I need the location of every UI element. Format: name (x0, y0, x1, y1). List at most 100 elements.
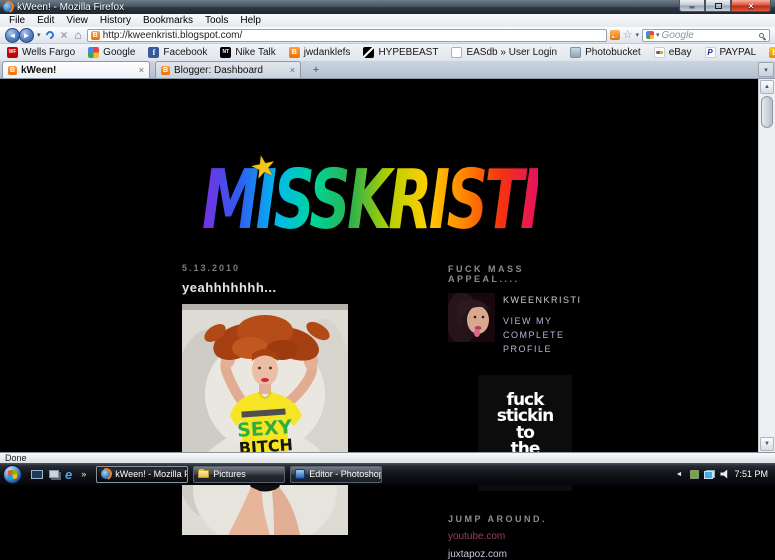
maximize-button[interactable] (705, 0, 731, 12)
scrollbar-thumb[interactable] (761, 96, 773, 128)
window-title: kWeen! - Mozilla Firefox (17, 1, 125, 13)
back-button[interactable]: ◄ (5, 27, 20, 43)
tab-label: Blogger: Dashboard (174, 64, 263, 76)
menu-view[interactable]: View (60, 14, 94, 27)
bookmarks-toolbar: WF Wells Fargo Google f Facebook NT Nike Ta… (0, 44, 775, 61)
nike-talk-icon: NT (220, 47, 232, 58)
status-bar: Done (0, 452, 775, 463)
page-viewport: ★ MISSKRISTI 5.13.2010 yeahhhhhhh... SEX… (0, 79, 775, 560)
new-tab-button[interactable]: + (307, 62, 325, 77)
volume-icon[interactable] (720, 469, 728, 479)
photoshop-icon (295, 469, 306, 479)
photobucket-icon (570, 47, 582, 58)
network-icon[interactable] (704, 469, 716, 479)
address-bar[interactable]: B (86, 28, 607, 42)
internet-explorer-icon[interactable]: e (65, 468, 72, 481)
bookmark-facebook[interactable]: f Facebook (148, 47, 207, 58)
navigation-toolbar: ◄ ► ▾ × ⌂ B ☆ ▾ ▾ (0, 27, 775, 44)
bookmark-photobucket[interactable]: Photobucket (570, 47, 641, 58)
tray-chevron-icon[interactable]: ◄ (676, 471, 683, 478)
bookmark-easdb[interactable]: EASdb » User Login (451, 47, 557, 58)
google-engine-icon (646, 31, 654, 39)
bookmark-ebay[interactable]: eBay (653, 47, 692, 58)
vertical-scrollbar[interactable]: ▲ ▼ (758, 79, 775, 452)
post-photo[interactable]: SEXY BITCH (182, 304, 348, 535)
forward-button[interactable]: ► (19, 27, 34, 43)
taskbar-button-label: kWeen! - Mozilla Fir... (115, 469, 187, 479)
bookmark-label: HYPEBEAST (378, 47, 439, 58)
google-icon (88, 47, 100, 58)
home-icon[interactable]: ⌂ (75, 29, 82, 41)
tab-label: kWeen! (21, 64, 57, 76)
maximize-icon (714, 2, 722, 9)
paypal-icon: P (704, 47, 716, 58)
start-button[interactable] (3, 464, 22, 484)
bookmark-bing[interactable]: bBing (769, 47, 775, 58)
reload-icon[interactable] (43, 29, 56, 41)
menu-tools[interactable]: Tools (199, 14, 234, 27)
scroll-down-icon[interactable]: ▼ (760, 437, 774, 451)
search-icon[interactable] (759, 32, 764, 38)
profile-photo[interactable] (448, 293, 495, 342)
menu-history[interactable]: History (94, 14, 137, 27)
blogger-icon: B (288, 47, 300, 58)
close-button[interactable]: × (731, 0, 771, 12)
tab-close-icon[interactable]: × (290, 65, 295, 75)
menu-bookmarks[interactable]: Bookmarks (137, 14, 199, 27)
bookmark-label: Nike Talk (235, 47, 276, 58)
view-profile-line1: VIEW MY COMPLETE (503, 316, 565, 340)
profile-meta: KWEENKRISTI VIEW MY COMPLETE PROFILE (503, 293, 582, 356)
sidebar-link-juxtapoz[interactable]: juxtapoz.com (448, 549, 575, 560)
sidebar-link-youtube[interactable]: youtube.com (448, 531, 575, 542)
bookmark-label: Wells Fargo (22, 47, 76, 58)
links-header: JUMP AROUND. (448, 514, 548, 524)
bookmark-hypebeast[interactable]: HYPEBEAST (363, 47, 438, 58)
history-dropdown-icon[interactable]: ▾ (37, 31, 41, 39)
menu-file[interactable]: File (3, 14, 31, 27)
menu-edit[interactable]: Edit (31, 14, 60, 27)
bookmark-google[interactable]: Google (88, 47, 135, 58)
menu-bar: File Edit View History Bookmarks Tools H… (0, 14, 775, 27)
bookmark-dropdown-icon[interactable]: ▾ (635, 31, 639, 39)
bookmark-jwdanklefs[interactable]: Bjwdanklefs (288, 47, 351, 58)
view-profile-link[interactable]: VIEW MY COMPLETE PROFILE (503, 314, 582, 356)
search-box[interactable]: ▾ (642, 28, 770, 42)
list-all-tabs-button[interactable]: ▾ (758, 62, 774, 77)
taskbar-button-photoshop[interactable]: Editor - Photoshop ... (290, 465, 383, 483)
safely-remove-hardware-icon[interactable] (690, 469, 700, 479)
profile-name: KWEENKRISTI (503, 295, 582, 305)
post-date: 5.13.2010 (182, 263, 241, 273)
scroll-up-icon[interactable]: ▲ (760, 80, 774, 94)
clock[interactable]: 7:51 PM (734, 469, 768, 479)
post-title[interactable]: yeahhhhhhh... (182, 280, 348, 295)
bookmark-star-icon[interactable]: ☆ (623, 29, 633, 41)
bookmark-label: jwdanklefs (303, 47, 351, 58)
tab-blogger-dashboard[interactable]: B Blogger: Dashboard × (155, 61, 301, 78)
wells-fargo-icon: WF (7, 47, 18, 58)
stop-icon[interactable]: × (61, 29, 68, 41)
blogger-favicon: B (161, 65, 170, 75)
tab-kween[interactable]: B kWeen! × (2, 61, 150, 78)
tab-close-icon[interactable]: × (139, 65, 144, 75)
hypebeast-icon (363, 47, 375, 58)
switch-windows-icon[interactable] (49, 470, 59, 478)
taskbar-button-label: Editor - Photoshop ... (309, 469, 383, 479)
page-icon (451, 47, 463, 58)
blogger-favicon: B (90, 30, 100, 40)
taskbar-button-pictures[interactable]: Pictures (193, 465, 286, 483)
bing-icon: b (769, 47, 775, 58)
url-input[interactable] (102, 29, 603, 41)
search-input[interactable] (661, 29, 757, 41)
taskbar-button-firefox[interactable]: kWeen! - Mozilla Fir... (96, 465, 189, 483)
bookmark-paypal[interactable]: P PAYPAL (704, 47, 756, 58)
engine-dropdown-icon[interactable]: ▾ (656, 31, 660, 39)
show-desktop-icon[interactable] (31, 469, 43, 479)
minimize-button[interactable]: – (679, 0, 705, 12)
system-tray: ◄ 7:51 PM (676, 469, 775, 479)
taskbar-button-label: Pictures (213, 469, 246, 479)
bookmark-wells-fargo[interactable]: WF Wells Fargo (7, 47, 75, 58)
rss-feed-icon[interactable] (609, 30, 620, 40)
quick-launch-overflow-icon[interactable]: » (81, 469, 86, 479)
bookmark-nike-talk[interactable]: NT Nike Talk (220, 47, 276, 58)
menu-help[interactable]: Help (234, 14, 267, 27)
